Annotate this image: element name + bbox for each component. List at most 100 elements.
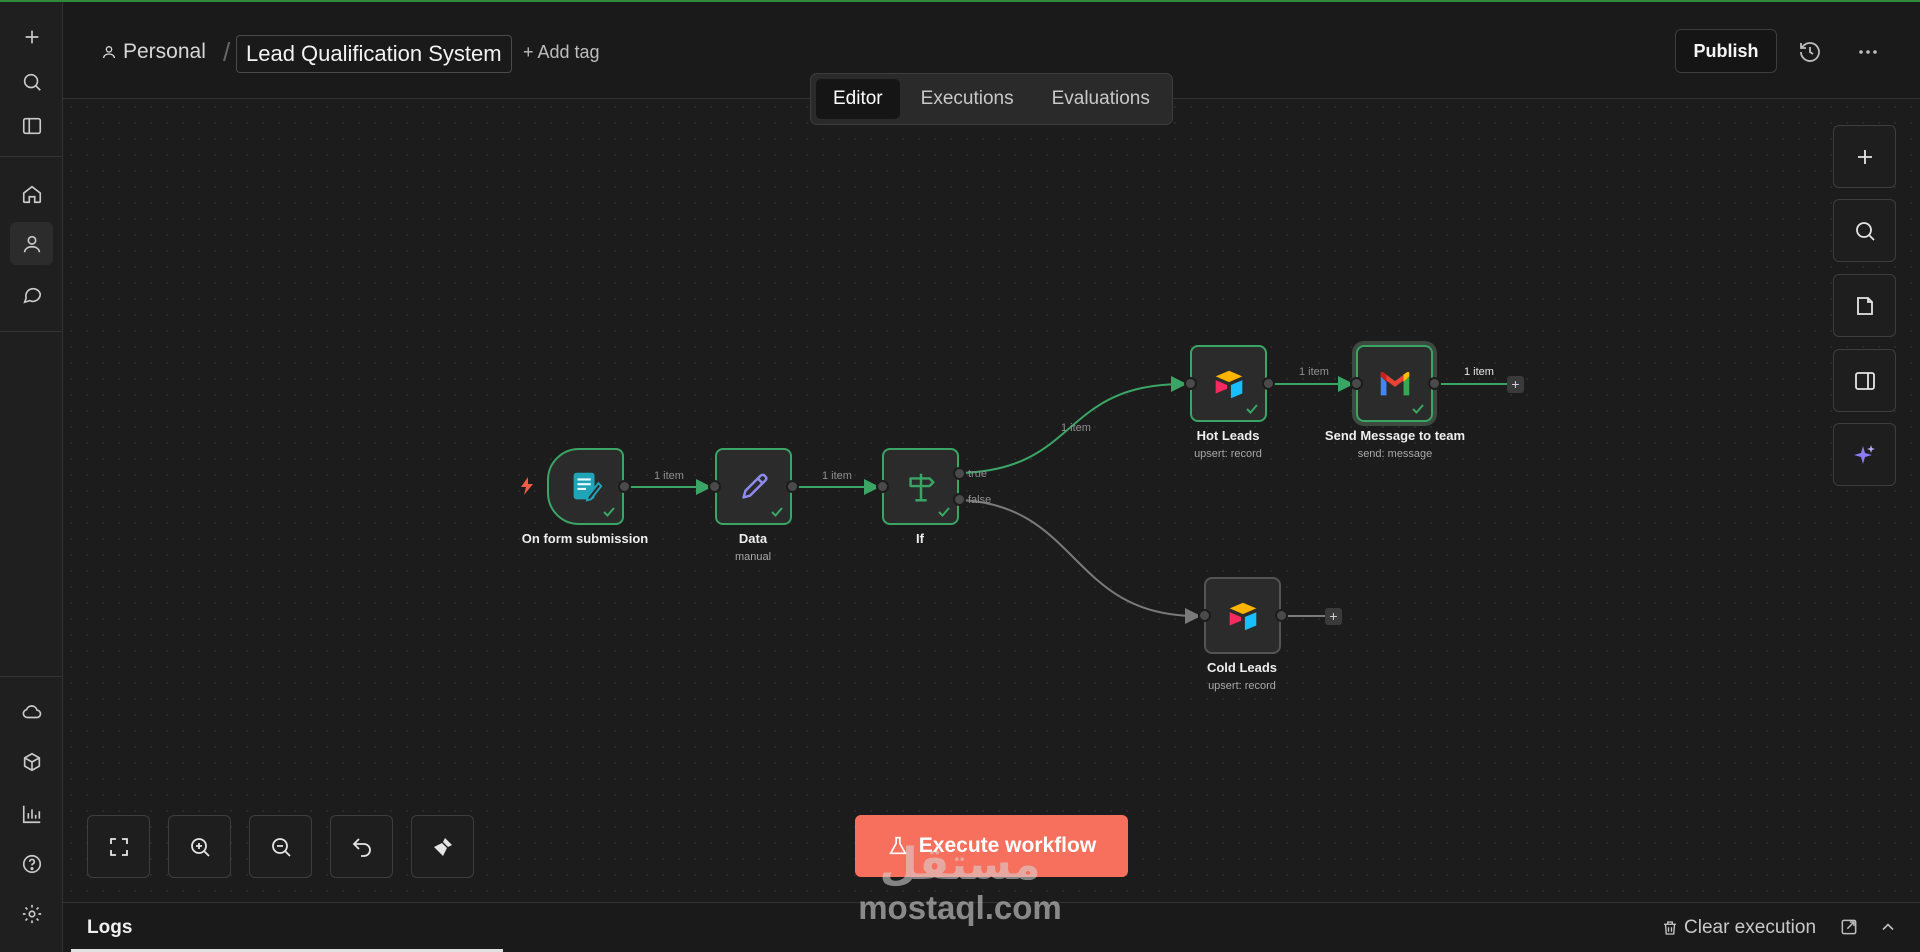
settings-icon[interactable]: [10, 892, 53, 935]
add-tag-button[interactable]: + Add tag: [523, 42, 600, 63]
clear-execution-button[interactable]: Clear execution: [1661, 917, 1816, 939]
plus-icon[interactable]: [10, 15, 53, 58]
insights-icon[interactable]: [10, 792, 53, 835]
output-handle[interactable]: [1275, 609, 1288, 622]
edge-label: 1 item: [654, 470, 684, 482]
panel-icon[interactable]: [10, 104, 53, 147]
more-options-icon[interactable]: [1856, 40, 1880, 64]
edge-label: 1 item: [1299, 366, 1329, 378]
output-handle[interactable]: [1262, 377, 1275, 390]
node-data[interactable]: [715, 448, 792, 525]
user-icon: [103, 46, 115, 59]
success-check-icon: [1412, 404, 1424, 414]
output-handle-true[interactable]: [953, 467, 966, 480]
templates-icon[interactable]: [10, 740, 53, 783]
success-check-icon: [771, 507, 783, 517]
output-handle[interactable]: [618, 480, 631, 493]
left-sidebar: [0, 2, 63, 952]
undo-icon: [352, 837, 371, 857]
input-handle[interactable]: [708, 480, 721, 493]
node-if[interactable]: [882, 448, 959, 525]
zoom-in-button[interactable]: [168, 815, 231, 878]
ai-sparkle-icon: [1853, 444, 1875, 464]
add-next-node-button[interactable]: +: [1325, 608, 1342, 625]
sidebar-divider: [0, 156, 63, 157]
view-tabs: Editor Executions Evaluations: [810, 73, 1173, 125]
search-icon[interactable]: [10, 60, 53, 103]
breadcrumb-personal[interactable]: Personal: [101, 40, 206, 64]
tab-evaluations[interactable]: Evaluations: [1035, 79, 1167, 119]
node-cold-leads[interactable]: [1204, 577, 1281, 654]
search-icon: [1855, 221, 1875, 241]
gmail-icon: [1380, 371, 1409, 395]
sidebar-divider: [0, 676, 63, 677]
node-subtitle: upsert: record: [1208, 680, 1276, 692]
output-handle[interactable]: [1428, 377, 1441, 390]
breadcrumb-separator: /: [223, 37, 231, 67]
tab-editor[interactable]: Editor: [816, 79, 900, 119]
workflow-name-input[interactable]: Lead Qualification System: [236, 35, 512, 73]
output-handle[interactable]: [786, 480, 799, 493]
signpost-icon: [908, 473, 935, 502]
add-next-node-button[interactable]: +: [1507, 376, 1524, 393]
tidy-up-button[interactable]: [411, 815, 474, 878]
node-send-message-to-team[interactable]: [1356, 345, 1433, 422]
input-handle[interactable]: [1350, 377, 1363, 390]
zoom-out-icon: [271, 837, 291, 857]
ai-assistant-button[interactable]: [1833, 423, 1896, 486]
toggle-panel-button[interactable]: [1833, 349, 1896, 412]
sticky-note-icon: [1856, 296, 1873, 315]
breadcrumb-label: Personal: [123, 40, 206, 63]
add-node-icon: [1857, 149, 1872, 164]
logs-panel: Logs Clear execution: [63, 902, 1920, 952]
success-check-icon: [603, 507, 615, 517]
node-on-form-submission[interactable]: [547, 448, 624, 525]
zoom-in-icon: [190, 837, 210, 857]
airtable-icon: [1229, 602, 1256, 630]
node-label: Send Message to team: [1324, 428, 1466, 443]
history-icon[interactable]: [1798, 40, 1822, 64]
node-subtitle: manual: [734, 551, 772, 563]
sidebar-divider: [0, 331, 63, 332]
workflow-canvas[interactable]: [63, 99, 1920, 902]
success-check-icon: [938, 507, 950, 517]
success-check-icon: [1246, 404, 1258, 414]
help-icon[interactable]: [10, 842, 53, 885]
node-hot-leads[interactable]: [1190, 345, 1267, 422]
fit-view-icon: [109, 837, 128, 856]
fit-view-button[interactable]: [87, 815, 150, 878]
logs-title[interactable]: Logs: [87, 917, 132, 939]
tab-executions[interactable]: Executions: [904, 79, 1031, 119]
search-nodes-button[interactable]: [1833, 199, 1896, 262]
node-label: If: [916, 531, 924, 546]
tidy-up-icon: [433, 837, 452, 856]
airtable-icon: [1215, 370, 1242, 398]
add-sticky-note-button[interactable]: [1833, 274, 1896, 337]
zoom-out-button[interactable]: [249, 815, 312, 878]
pop-out-icon[interactable]: [1839, 917, 1859, 937]
flask-icon: [889, 836, 907, 855]
execute-label: Execute workflow: [918, 834, 1097, 857]
node-label: Cold Leads: [1206, 660, 1278, 675]
output-handle-false[interactable]: [953, 493, 966, 506]
edge-label: 1 item: [822, 470, 852, 482]
user-icon[interactable]: [10, 222, 53, 265]
input-handle[interactable]: [1198, 609, 1211, 622]
form-icon: [573, 472, 602, 502]
chat-icon[interactable]: [10, 272, 53, 315]
pencil-icon: [741, 473, 768, 499]
chevron-up-icon[interactable]: [1878, 917, 1898, 937]
input-handle[interactable]: [876, 480, 889, 493]
trigger-bolt-icon: [521, 477, 533, 495]
add-node-button[interactable]: [1833, 125, 1896, 188]
publish-button[interactable]: Publish: [1675, 29, 1777, 73]
cloud-icon[interactable]: [10, 690, 53, 733]
edge-label: 1 item: [1464, 366, 1494, 378]
node-subtitle: send: message: [1357, 448, 1433, 460]
execute-workflow-button[interactable]: Execute workflow: [855, 815, 1128, 877]
if-true-output-label: true: [968, 468, 987, 480]
home-icon[interactable]: [10, 172, 53, 215]
undo-button[interactable]: [330, 815, 393, 878]
input-handle[interactable]: [1184, 377, 1197, 390]
if-false-output-label: false: [968, 494, 992, 506]
